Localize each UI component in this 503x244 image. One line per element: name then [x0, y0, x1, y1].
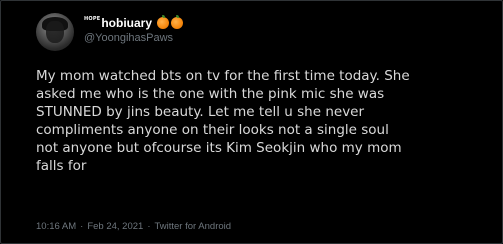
tangerine-icon [157, 15, 169, 29]
meta-separator: · [147, 221, 151, 232]
meta-separator: · [80, 221, 84, 232]
tweet-time[interactable]: 10:16 AM [36, 221, 76, 232]
display-name[interactable]: hobiuary [101, 16, 152, 30]
tweet-card: HOPE hobiuary @YoongihasPaws My mom watc… [0, 0, 503, 244]
tweet-date[interactable]: Feb 24, 2021 [87, 221, 143, 232]
author-handle[interactable]: @YoongihasPaws [84, 32, 173, 44]
avatar[interactable] [36, 13, 74, 51]
tweet-text: My mom watched bts on tv for the first t… [36, 68, 410, 174]
tangerine-icon [171, 15, 183, 29]
hope-tag: HOPE [84, 16, 101, 22]
tweet-meta: 10:16 AM · Feb 24, 2021 · Twitter for An… [36, 221, 231, 232]
author-name-row[interactable]: HOPE hobiuary [84, 14, 183, 32]
avatar-face [46, 21, 64, 43]
tweet-source[interactable]: Twitter for Android [154, 221, 231, 232]
